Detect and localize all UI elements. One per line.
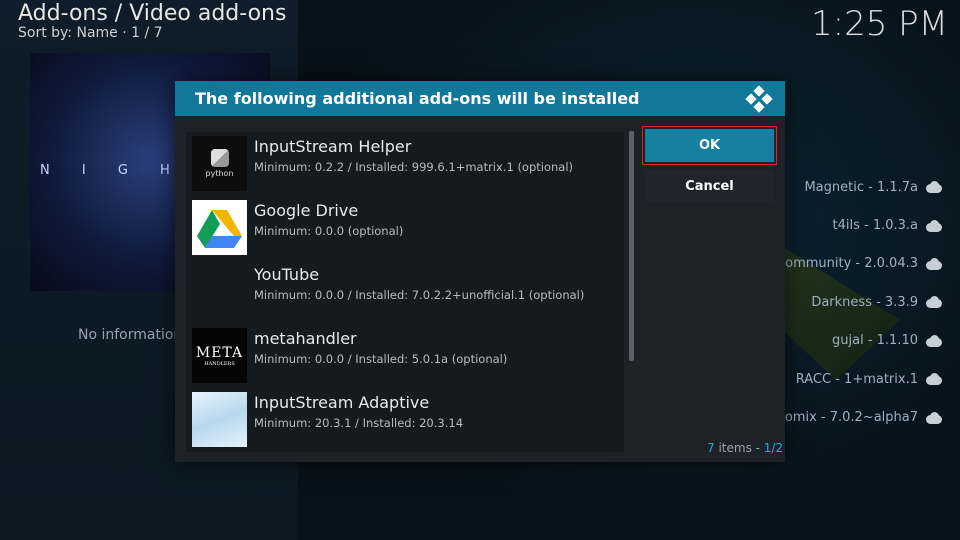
- list-item-label: a Community - 2.0.04.3: [763, 256, 918, 272]
- python-icon-text: python: [205, 169, 234, 178]
- list-item-label: Magnetic - 1.1.7a: [804, 179, 918, 195]
- page-indicator: 1/2: [763, 441, 784, 455]
- list-item[interactable]: python InputStream Helper Minimum: 0.2.2…: [192, 134, 622, 191]
- scrollbar[interactable]: [629, 131, 634, 361]
- page-title: Add-ons / Video add-ons: [18, 1, 287, 26]
- item-detail: Minimum: 20.3.1 / Installed: 20.3.14: [254, 416, 464, 430]
- cloud-download-icon: [926, 296, 942, 309]
- sort-info: Sort by: Name · 1 / 7: [18, 25, 163, 41]
- metahandler-icon: META HANDLERS: [192, 328, 247, 383]
- kodi-logo-icon: [745, 84, 773, 113]
- dependency-list[interactable]: python InputStream Helper Minimum: 0.2.2…: [186, 132, 624, 452]
- list-item-label: gujal - 1.1.10: [832, 333, 918, 349]
- item-detail: Minimum: 0.2.2 / Installed: 999.6.1+matr…: [254, 160, 574, 174]
- item-count-value: 7: [707, 441, 715, 455]
- dialog-title: The following additional add-ons will be…: [195, 89, 640, 108]
- ok-button[interactable]: OK: [642, 126, 777, 165]
- item-name: metahandler: [254, 329, 357, 348]
- item-detail: Minimum: 0.0.0 (optional): [254, 224, 404, 238]
- item-name: InputStream Adaptive: [254, 393, 430, 412]
- cloud-download-icon: [926, 181, 942, 194]
- item-count-label: items -: [714, 441, 764, 455]
- item-name: InputStream Helper: [254, 137, 412, 156]
- list-item[interactable]: Google Drive Minimum: 0.0.0 (optional): [192, 198, 622, 255]
- dialog-header: The following additional add-ons will be…: [175, 81, 785, 116]
- item-name: YouTube: [254, 265, 320, 284]
- item-detail: Minimum: 0.0.0 / Installed: 7.0.2.2+unof…: [254, 288, 585, 302]
- item-name: Google Drive: [254, 201, 359, 220]
- cancel-button[interactable]: Cancel: [645, 170, 774, 202]
- clock: 1:25 PM: [811, 4, 948, 44]
- meta-icon-text: META: [195, 344, 244, 361]
- list-item[interactable]: META HANDLERS metahandler Minimum: 0.0.0…: [192, 326, 622, 383]
- item-count: 7 items - 1/2: [707, 441, 783, 455]
- inputstream-adaptive-icon: [192, 392, 247, 447]
- python-icon: python: [192, 136, 247, 191]
- list-item-label: bromix - 7.0.2~alpha7: [771, 410, 918, 426]
- list-item-label: t4ils - 1.0.3.a: [832, 218, 919, 234]
- cloud-download-icon: [926, 219, 942, 232]
- cloud-download-icon: [926, 411, 942, 424]
- cloud-download-icon: [926, 257, 942, 270]
- list-item-label: Darkness - 3.3.9: [811, 294, 918, 310]
- list-item[interactable]: InputStream Adaptive Minimum: 20.3.1 / I…: [192, 390, 622, 447]
- cloud-download-icon: [926, 334, 942, 347]
- google-drive-icon: [192, 200, 247, 255]
- meta-icon-subtext: HANDLERS: [204, 360, 235, 367]
- item-detail: Minimum: 0.0.0 / Installed: 5.0.1a (opti…: [254, 352, 508, 366]
- list-item-label: RACC - 1+matrix.1: [795, 371, 918, 387]
- cloud-download-icon: [926, 373, 942, 386]
- list-item[interactable]: YouTube Minimum: 0.0.0 / Installed: 7.0.…: [192, 262, 622, 318]
